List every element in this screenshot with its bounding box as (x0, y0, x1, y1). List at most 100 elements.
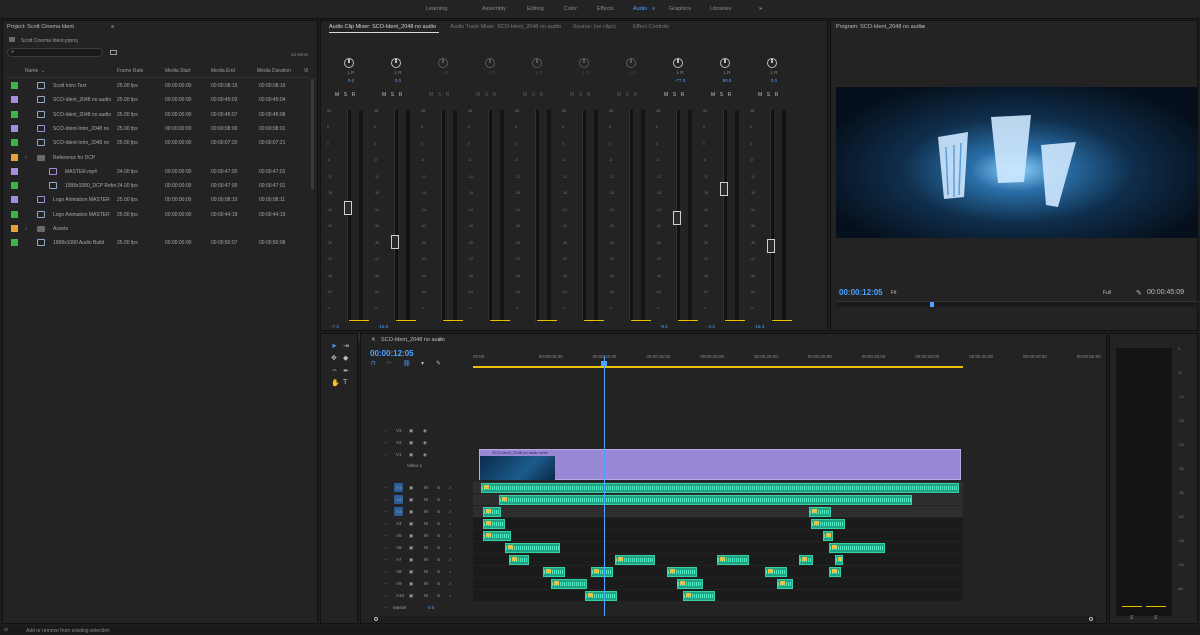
channel-volume-value[interactable]: -16.4 (754, 324, 764, 329)
audio-clip[interactable] (509, 555, 529, 565)
sort-chevron-icon[interactable]: ⌄ (41, 68, 45, 74)
label-color-swatch[interactable] (11, 82, 18, 89)
project-item[interactable]: SCO-Ident_2048 no audio 25.00 fps 00:00:00… (7, 108, 310, 122)
voiceover-mic-icon[interactable]: ♪ (449, 593, 451, 598)
sync-lock-icon[interactable]: ▣ (409, 452, 413, 458)
project-item[interactable]: Scott Intro Text 25.00 fps 00:00:00:00 00:0… (7, 79, 310, 93)
video-clip[interactable]: SCO-Ident_2048 no audio.wmv (479, 449, 961, 480)
sync-lock-icon[interactable]: ▣ (409, 440, 413, 446)
solo-button[interactable]: S (437, 557, 440, 562)
audio-clip[interactable] (717, 555, 749, 565)
audio-clip[interactable] (809, 507, 831, 517)
voiceover-mic-icon[interactable]: ♪ (449, 545, 451, 550)
hand-tool-icon[interactable]: ✋ (331, 379, 340, 387)
tab-source[interactable]: Source: (no clips) (573, 24, 616, 30)
audio-clip[interactable] (481, 483, 959, 493)
mute-solo-record-buttons[interactable]: M S R (570, 92, 592, 98)
audio-clip[interactable] (543, 567, 565, 577)
audio-clip[interactable] (499, 495, 912, 505)
selection-tool-icon[interactable]: ➤ (331, 342, 337, 350)
fader-thumb[interactable] (673, 210, 681, 225)
pan-knob-icon[interactable] (579, 58, 589, 68)
track-header[interactable]: ▫ A10 M S ♪ ▣ (361, 590, 473, 601)
label-color-swatch[interactable] (11, 182, 18, 190)
lock-icon[interactable]: ▫ (385, 593, 387, 598)
project-item[interactable]: SCO-Ident_2048 no audio 25.00 fps 00:00:00… (7, 93, 310, 107)
horizontal-scrollbar[interactable] (371, 616, 1097, 622)
fader-track[interactable] (488, 110, 492, 322)
pan-value[interactable]: 90.0 (712, 78, 742, 83)
mute-solo-record-buttons[interactable]: M S R (617, 92, 639, 98)
mute-solo-record-buttons[interactable]: M S R (476, 92, 498, 98)
workspace-assembly[interactable]: Assembly (482, 6, 506, 12)
pen-tool-icon[interactable]: ✒ (343, 367, 349, 375)
pan-knob-icon[interactable] (438, 58, 448, 68)
audio-clip[interactable] (777, 579, 793, 589)
mute-button[interactable]: M (424, 533, 428, 538)
audio-clip[interactable] (683, 591, 715, 601)
fader-track[interactable] (582, 110, 586, 322)
workspace-learning[interactable]: Learning (426, 6, 447, 12)
fader-track[interactable] (770, 110, 774, 322)
track-header[interactable]: ▫ A7 M S ♪ ▣ (361, 554, 473, 565)
fader-track[interactable] (629, 110, 633, 322)
col-media-end[interactable]: Media End (211, 68, 235, 74)
lock-icon[interactable]: ▫ (385, 581, 387, 586)
lock-icon[interactable]: ▫ (385, 533, 387, 538)
track-header[interactable]: ▫ A5 M S ♪ ▣ (361, 530, 473, 541)
program-playhead[interactable] (930, 302, 934, 307)
col-media-duration[interactable]: Media Duration (257, 68, 291, 74)
resolution-select[interactable]: Full (1103, 290, 1111, 296)
solo-right-button[interactable]: S (1154, 615, 1157, 621)
project-item[interactable]: SCO-Ident-Intro_2048 no 25.00 fps 00:00:00… (7, 122, 310, 136)
zoom-select[interactable]: Fit (891, 290, 897, 296)
workspace-editing[interactable]: Editing (527, 6, 544, 12)
tab-audio-clip-mixer[interactable]: Audio Clip Mixer: SCO-Ident_2048 no audi… (329, 24, 436, 30)
audio-clip[interactable] (483, 507, 501, 517)
mute-solo-record-buttons[interactable]: M S R (711, 92, 733, 98)
label-color-swatch[interactable] (11, 139, 18, 147)
sync-lock-icon[interactable]: ▣ (409, 521, 413, 527)
sync-lock-icon[interactable]: ▣ (409, 593, 413, 599)
pan-knob-icon[interactable] (720, 58, 730, 68)
lock-icon[interactable]: ▫ (385, 521, 387, 526)
mute-button[interactable]: M (424, 497, 428, 502)
sync-lock-icon[interactable]: ▣ (409, 569, 413, 575)
audio-clip[interactable] (585, 591, 617, 601)
master-volume-value[interactable]: 0.0 (428, 605, 434, 610)
audio-clip[interactable] (483, 519, 505, 529)
label-color-swatch[interactable] (11, 225, 18, 232)
fader-track[interactable] (347, 110, 351, 322)
slip-tool-icon[interactable]: ⇔ (331, 367, 338, 374)
track-header[interactable]: ▫ A9 M S ♪ ▣ (361, 578, 473, 589)
lock-icon[interactable]: ▫ (385, 569, 387, 574)
audio-clip[interactable] (835, 555, 843, 565)
solo-button[interactable]: S (437, 581, 440, 586)
fader-track[interactable] (441, 110, 445, 322)
close-icon[interactable]: ✕ (371, 337, 376, 343)
snap-icon[interactable]: ∩ (387, 360, 391, 366)
ripple-edit-tool-icon[interactable]: ✥ (331, 354, 337, 362)
program-video-frame[interactable] (836, 87, 1198, 238)
track-header[interactable]: ▫ A3 M S ♪ ▣ (361, 506, 473, 517)
pan-knob-icon[interactable] (485, 58, 495, 68)
lock-icon[interactable]: ▫ (385, 557, 387, 562)
mute-solo-record-buttons[interactable]: M S R (664, 92, 686, 98)
voiceover-mic-icon[interactable]: ♪ (449, 521, 451, 526)
voiceover-mic-icon[interactable]: ♪ (449, 569, 451, 574)
type-tool-icon[interactable]: T (343, 379, 347, 386)
voiceover-mic-icon[interactable]: ♪ (449, 509, 451, 514)
tab-audio-track-mixer[interactable]: Audio Track Mixer: SCO-Ident_2048 no aud… (450, 24, 561, 30)
pan-knob-icon[interactable] (532, 58, 542, 68)
pan-value[interactable]: 0.0 (383, 78, 413, 83)
channel-volume-value[interactable]: -4.3 (707, 324, 715, 329)
pan-knob-icon[interactable] (344, 58, 354, 68)
eye-icon[interactable]: ◉ (423, 452, 427, 458)
sync-lock-icon[interactable]: ▣ (409, 509, 413, 515)
timeline-settings-icon[interactable]: ✎ (436, 360, 441, 367)
solo-button[interactable]: S (437, 497, 440, 502)
track-header[interactable]: ▫ V2 ▣ ◉ (361, 437, 473, 448)
solo-button[interactable]: S (437, 509, 440, 514)
sync-lock-icon[interactable]: ▣ (409, 485, 413, 491)
voiceover-mic-icon[interactable]: ♪ (449, 533, 451, 538)
